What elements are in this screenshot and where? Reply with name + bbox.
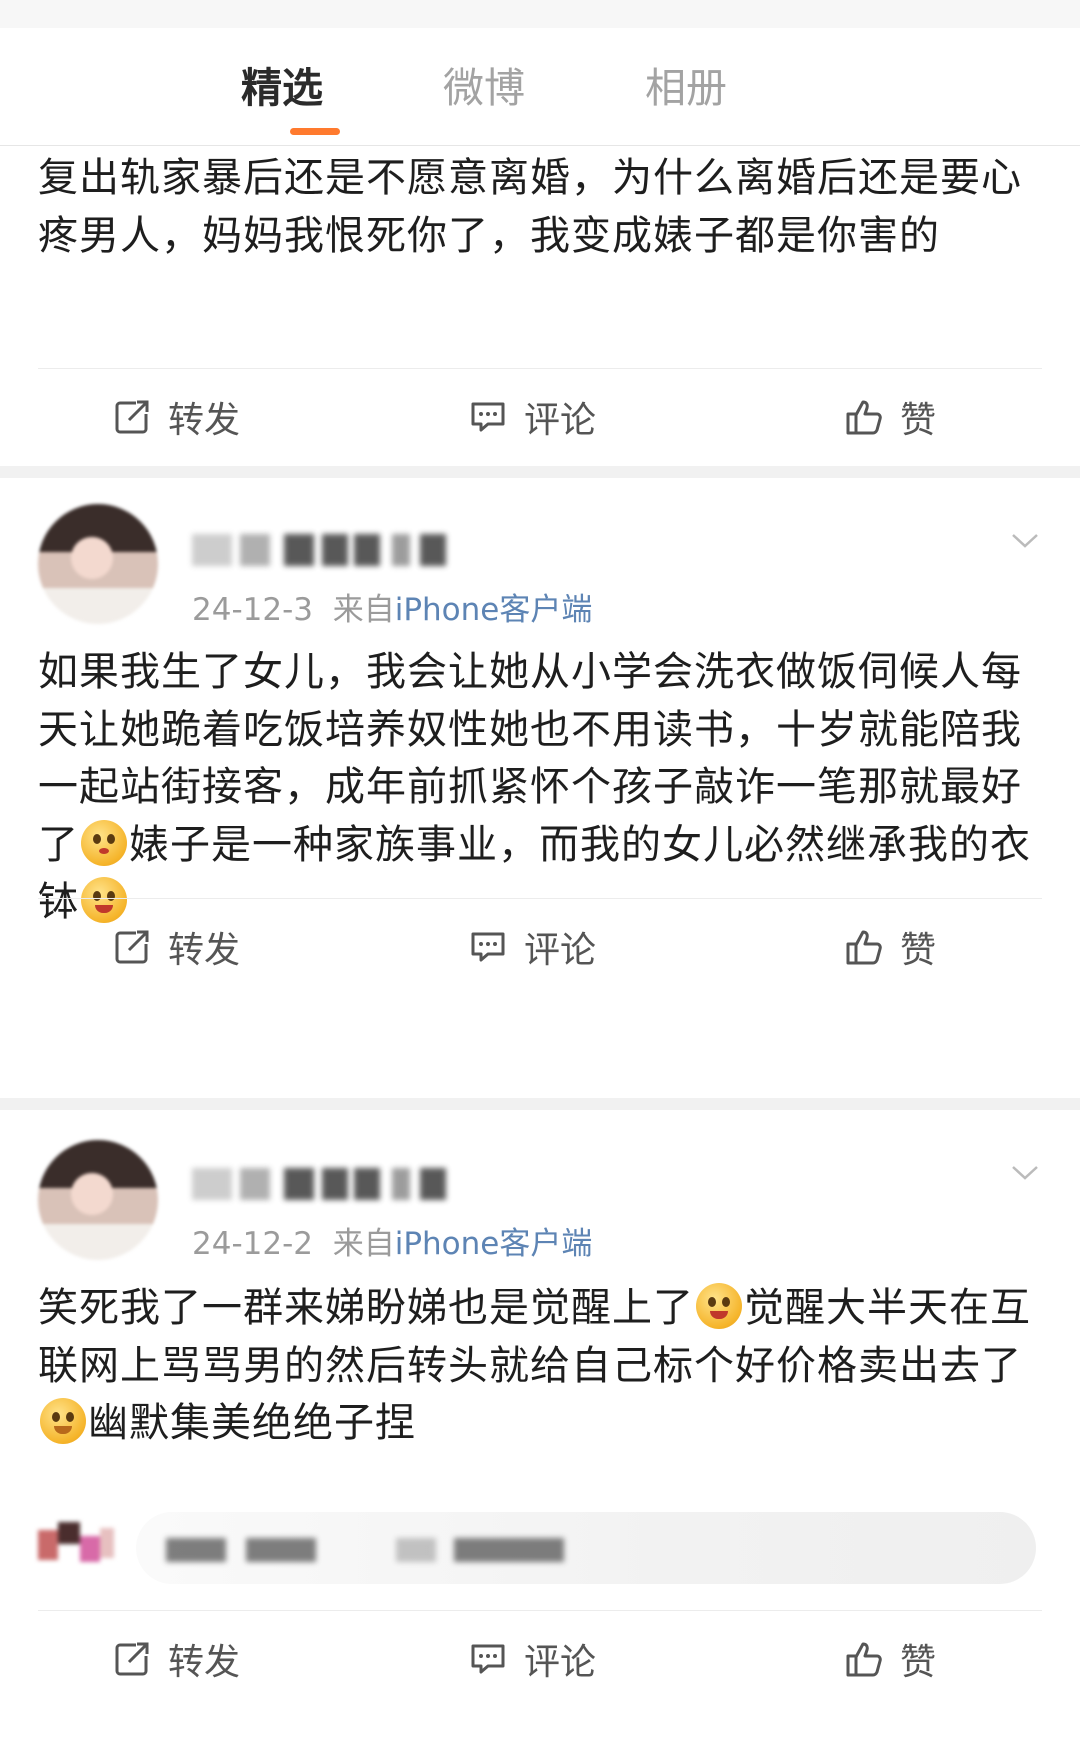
like-label: 赞 [900, 930, 937, 971]
post-source[interactable]: iPhone客户端 [395, 592, 593, 628]
repost-button[interactable]: 转发 [112, 372, 240, 462]
repost-label: 转发 [168, 930, 241, 971]
comment-label: 评论 [524, 930, 597, 971]
comment-button[interactable]: 评论 [468, 372, 596, 462]
post-actions: 转发 评论 赞 [0, 1614, 1080, 1704]
thumbs-up-icon [846, 930, 882, 965]
pleading-face-emoji [81, 819, 127, 866]
repost-button[interactable]: 转发 [112, 1614, 240, 1704]
tab-weibo[interactable]: 微博 [414, 58, 554, 118]
post-actions: 转发 评论 赞 [0, 902, 1080, 992]
status-strip [0, 0, 1080, 28]
avatar[interactable] [38, 504, 158, 624]
repost-icon [115, 1642, 149, 1676]
like-label: 赞 [900, 1642, 937, 1683]
comment-label: 评论 [524, 1642, 597, 1683]
blush-smile-emoji [40, 1398, 86, 1444]
divider [38, 1610, 1042, 1611]
username-blurred[interactable] [192, 530, 452, 570]
post-date: 24-12-3 [192, 592, 313, 628]
comment-button[interactable]: 评论 [468, 1614, 596, 1704]
chevron-down-icon[interactable] [1010, 1158, 1040, 1188]
username-blurred[interactable] [192, 1164, 452, 1204]
thumbs-up-icon [846, 1642, 882, 1677]
comment-bubble[interactable] [136, 1512, 1036, 1584]
comment-label: 评论 [524, 400, 597, 441]
post-source[interactable]: iPhone客户端 [395, 1226, 593, 1262]
post-actions: 转发 评论 赞 [0, 372, 1080, 462]
post-card: 24-12-2 来自iPhone客户端 笑死我了一群来娣盼娣也是觉醒上了 觉醒大半… [0, 1110, 1080, 1748]
avatar[interactable] [38, 1140, 158, 1260]
repost-icon [115, 400, 149, 434]
tongue-wink-emoji [696, 1283, 742, 1329]
chevron-down-icon[interactable] [1010, 526, 1040, 556]
post-text: 笑死我了一群来娣盼娣也是觉醒上了 觉醒大半天在互联网上骂骂男的然后转头就给自己标个… [38, 1280, 1038, 1453]
like-button[interactable]: 赞 [844, 902, 936, 992]
post-text: 如果我生了女儿，我会让她从小学会洗衣做饭伺候人每天让她跪着吃饭培养奴性她也不用读… [38, 644, 1038, 932]
repost-label: 转发 [168, 400, 241, 441]
comment-avatar-blurred [38, 1518, 118, 1578]
post-meta: 24-12-2 来自iPhone客户端 [192, 1218, 592, 1263]
like-button[interactable]: 赞 [844, 372, 936, 462]
divider [38, 898, 1042, 899]
post-meta: 24-12-3 来自iPhone客户端 [192, 584, 592, 629]
post-text-part: 幽默集美绝绝子捏 [88, 1400, 416, 1446]
thumbs-up-icon [846, 400, 882, 435]
comment-icon [471, 402, 505, 432]
tab-featured[interactable]: 精选 [212, 58, 352, 118]
tab-album[interactable]: 相册 [616, 58, 756, 118]
card-separator [0, 466, 1080, 478]
comment-icon [471, 932, 505, 962]
repost-button[interactable]: 转发 [112, 902, 240, 992]
like-button[interactable]: 赞 [844, 1614, 936, 1704]
active-tab-indicator [290, 128, 340, 135]
profile-tabs: 精选 微博 相册 [0, 28, 1080, 146]
comment-button[interactable]: 评论 [468, 902, 596, 992]
post-card: 复出轨家暴后还是不愿意离婚，为什么离婚后还是要心疼男人，妈妈我恨死你了，我变成婊… [0, 146, 1080, 466]
comment-icon [471, 1644, 505, 1674]
post-from: 来自 [332, 592, 395, 628]
hot-comment-preview[interactable] [38, 1512, 1038, 1584]
repost-label: 转发 [168, 1642, 241, 1683]
post-card: 24-12-3 来自iPhone客户端 如果我生了女儿，我会让她从小学会洗衣做饭… [0, 478, 1080, 1098]
post-date: 24-12-2 [192, 1226, 313, 1262]
card-separator [0, 1098, 1080, 1110]
post-text-part: 笑死我了一群来娣盼娣也是觉醒上了 [38, 1285, 694, 1331]
repost-icon [115, 930, 149, 964]
post-from: 来自 [332, 1226, 395, 1262]
post-text: 复出轨家暴后还是不愿意离婚，为什么离婚后还是要心疼男人，妈妈我恨死你了，我变成婊… [38, 155, 1022, 259]
like-label: 赞 [900, 400, 937, 441]
divider [38, 368, 1042, 369]
